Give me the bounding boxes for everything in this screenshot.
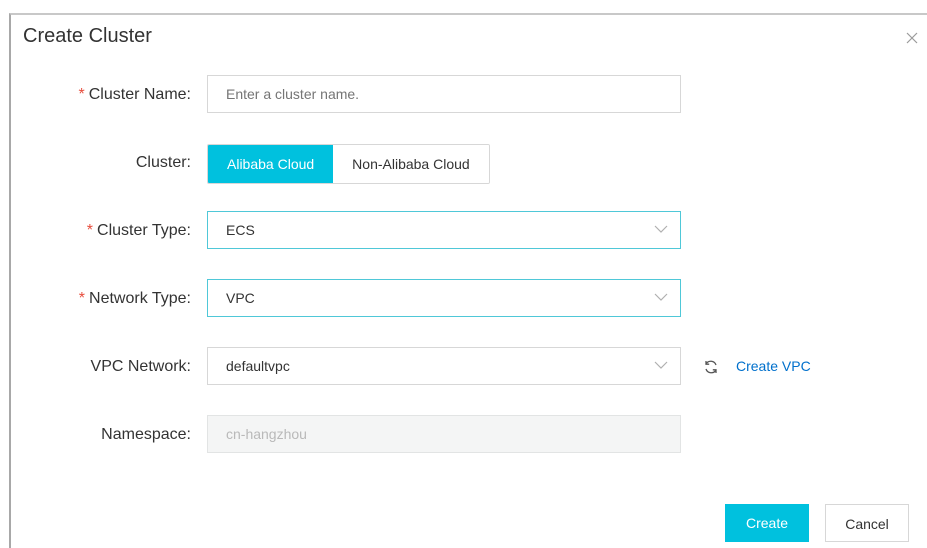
cluster-segmented-control: Alibaba Cloud Non-Alibaba Cloud (207, 144, 490, 184)
namespace-field: cn-hangzhou (207, 415, 681, 453)
chevron-down-icon (654, 293, 668, 301)
network-type-label: * Network Type: (11, 290, 191, 308)
non-alibaba-cloud-option[interactable]: Non-Alibaba Cloud (333, 145, 489, 183)
close-icon[interactable] (905, 31, 919, 45)
cluster-label: Cluster: (135, 154, 191, 171)
required-mark: * (86, 222, 94, 239)
vpc-network-select[interactable]: defaultvpc (207, 347, 681, 385)
vpc-network-label: VPC Network: (90, 358, 191, 375)
cluster-type-value: ECS (226, 222, 255, 238)
cluster-type-select[interactable]: ECS (207, 211, 681, 249)
create-cluster-dialog: Create Cluster *Cluster Name: Cluster: A… (9, 13, 927, 548)
namespace-label: Namespace: (101, 426, 191, 443)
cancel-button[interactable]: Cancel (825, 504, 909, 542)
required-mark: * (78, 290, 86, 307)
cluster-name-input[interactable] (207, 75, 681, 113)
cluster-type-label: * Cluster Type: (11, 222, 191, 240)
create-vpc-link[interactable]: Create VPC (736, 358, 811, 374)
required-mark: * (78, 86, 85, 103)
cluster-type-label-text: Cluster Type: (97, 222, 191, 239)
dialog-title: Create Cluster (23, 25, 152, 47)
network-type-label-text: Network Type: (89, 290, 191, 307)
network-type-select[interactable]: VPC (207, 279, 681, 317)
namespace-value: cn-hangzhou (226, 426, 307, 442)
vpc-network-value: defaultvpc (226, 358, 290, 374)
chevron-down-icon (654, 361, 668, 369)
cluster-name-label-text: Cluster Name: (88, 86, 191, 103)
alibaba-cloud-option[interactable]: Alibaba Cloud (208, 145, 334, 183)
create-button[interactable]: Create (725, 504, 809, 542)
network-type-value: VPC (226, 290, 255, 306)
cluster-name-label: * Cluster Name: (11, 86, 191, 104)
chevron-down-icon (654, 225, 668, 233)
refresh-icon[interactable] (703, 359, 719, 375)
